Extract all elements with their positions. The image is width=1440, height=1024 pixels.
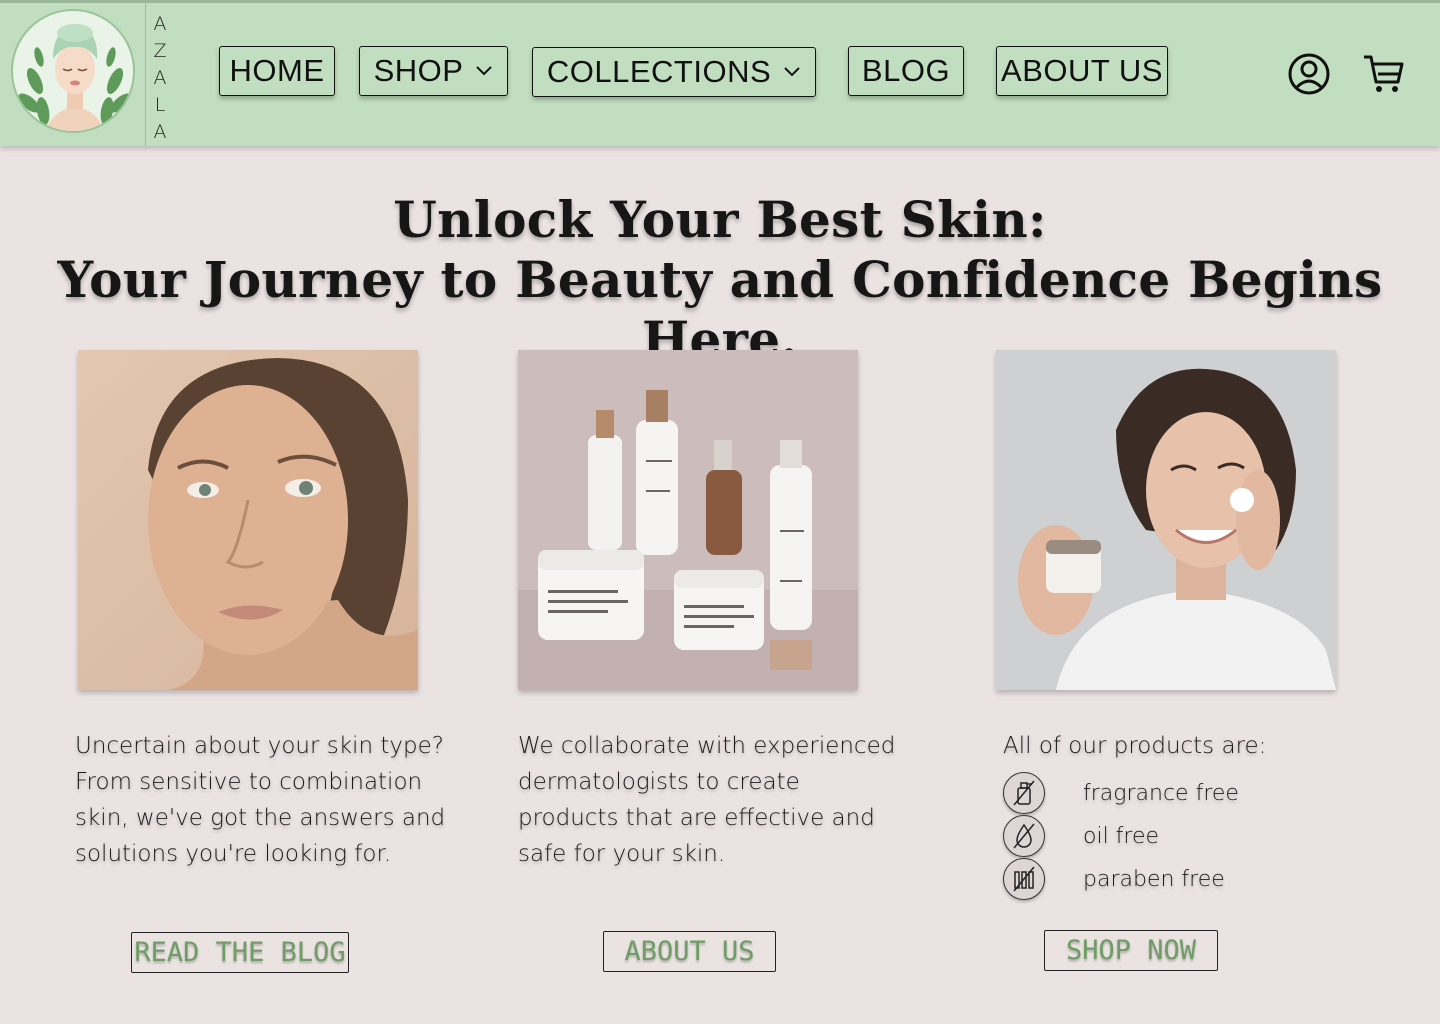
nav-blog-label: BLOG [861,53,951,88]
about-card-text: We collaborate with experienced dermatol… [518,733,896,867]
feature-label: oil free [1083,823,1160,849]
feature-label: fragrance free [1083,780,1239,806]
nav-about-label: ABOUT US [1001,53,1163,88]
feature-label: paraben free [1083,866,1225,892]
brand-letter: A [153,121,167,143]
nav-shop[interactable]: SHOP [359,46,508,96]
nav-about-us[interactable]: ABOUT US [996,46,1168,96]
blog-card-text: Uncertain about your skin type? From sen… [75,733,446,867]
nav-collections-label: COLLECTIONS [546,54,772,89]
shop-now-label: SHOP NOW [1065,935,1197,966]
brand-letter: A [153,13,167,35]
user-account-icon[interactable] [1287,52,1331,96]
woman-applying-cream-photo [996,350,1336,690]
about-us-button[interactable]: ABOUT US [603,931,776,972]
brand-letter: L [154,94,166,116]
shop-now-button[interactable]: SHOP NOW [1044,930,1218,971]
no-paraben-icon [1003,858,1045,900]
nav-blog[interactable]: BLOG [848,46,964,96]
read-the-blog-label: READ THE BLOG [134,937,346,968]
skincare-products-photo [518,350,858,690]
chevron-down-icon [784,67,800,77]
site-header: A Z A L A HOME SHOP COLLECTIONS BLOG ABO… [0,0,1440,146]
chevron-down-icon [476,66,493,76]
woman-face-logo-icon [11,9,135,133]
feature-fragrance-free: fragrance free [1003,772,1303,814]
feature-oil-free: oil free [1003,815,1303,857]
nav-home[interactable]: HOME [219,46,335,96]
about-us-label: ABOUT US [624,936,755,967]
hero-title: Unlock Your Best Skin: Your Journey to B… [0,190,1440,370]
brand-name: A Z A L A [150,11,170,146]
read-the-blog-button[interactable]: READ THE BLOG [131,932,349,973]
shopping-cart-icon[interactable] [1362,52,1406,96]
nav-shop-label: SHOP [373,53,464,88]
feature-paraben-free: paraben free [1003,858,1303,900]
woman-portrait-photo [78,350,418,690]
brand-letter: A [153,67,167,89]
nav-collections[interactable]: COLLECTIONS [532,47,816,97]
logo[interactable] [0,3,146,146]
no-fragrance-icon [1003,772,1045,814]
shop-card-intro: All of our products are: [1003,733,1267,759]
brand-letter: Z [153,40,167,62]
no-oil-icon [1003,815,1045,857]
nav-home-label: HOME [229,53,325,88]
hero-title-line1: Unlock Your Best Skin: [393,190,1047,249]
